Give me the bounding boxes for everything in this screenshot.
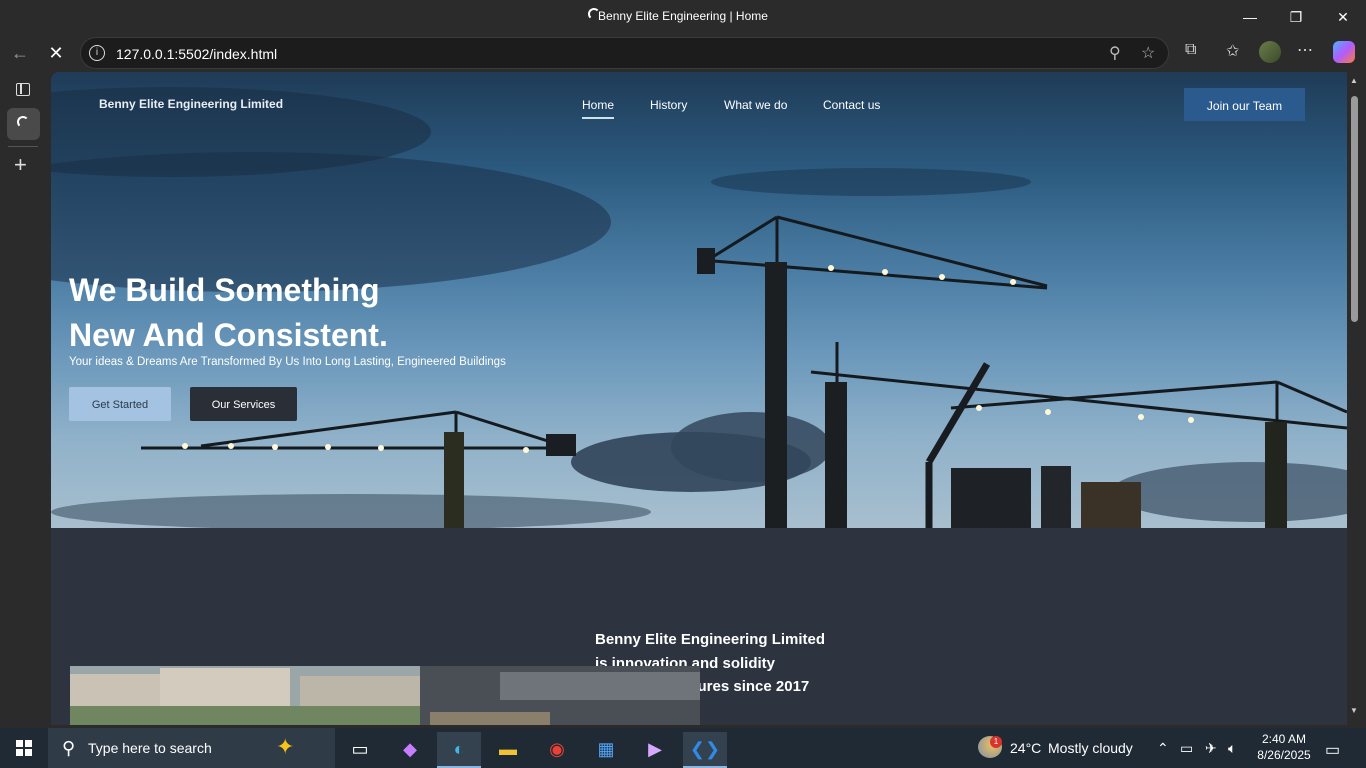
nav-home[interactable]: Home	[582, 98, 615, 119]
chrome-app-icon[interactable]: ◉	[535, 732, 579, 768]
airplane-mode-icon[interactable]: ✈	[1205, 740, 1217, 757]
task-view-icon[interactable]: ▭	[338, 732, 382, 768]
tab-actions-icon[interactable]	[16, 83, 30, 96]
volume-icon[interactable]: 🔈︎	[1228, 740, 1236, 757]
hero-subtitle: Your ideas & Dreams Are Transformed By U…	[69, 356, 506, 368]
more-menu-icon[interactable]: ⋯	[1297, 40, 1313, 60]
our-services-button[interactable]: Our Services	[190, 387, 297, 421]
hero-line-1: We Build Something	[69, 272, 380, 308]
search-placeholder[interactable]: Type here to search	[88, 740, 212, 756]
profile-avatar[interactable]	[1259, 41, 1281, 63]
divider	[8, 146, 38, 147]
get-started-button[interactable]: Get Started	[69, 387, 171, 421]
vertical-tabs-sidebar: +	[0, 72, 46, 725]
start-button[interactable]	[16, 740, 32, 756]
tagline-line-1: Benny Elite Engineering Limited	[595, 631, 826, 648]
weather-temp[interactable]: 24°C	[1010, 740, 1041, 756]
site-info-icon[interactable]: i	[89, 45, 105, 61]
scroll-down-icon[interactable]: ▼	[1350, 706, 1358, 715]
sparkle-icon[interactable]: ✦	[276, 734, 294, 760]
stop-loading-button[interactable]: ✕	[44, 41, 68, 65]
loading-spinner-icon	[17, 116, 29, 128]
window-title: Benny Elite Engineering | Home	[598, 9, 768, 23]
weather-badge: 1	[990, 736, 1002, 748]
search-icon: ⚲	[62, 738, 76, 758]
show-hidden-icons[interactable]: ⌃	[1157, 740, 1169, 757]
clock-time: 2:40 AM	[1261, 732, 1307, 746]
minimize-button[interactable]: —	[1238, 6, 1262, 28]
site-brand[interactable]: Benny Elite Engineering Limited	[99, 97, 283, 111]
new-tab-icon[interactable]: +	[14, 152, 27, 178]
nav-contact[interactable]: Contact us	[823, 98, 880, 112]
nav-what-we-do[interactable]: What we do	[724, 98, 787, 112]
windows-taskbar: ⚲ Type here to search ✦ ▭ ◆ ◐ ▬ ◉ ▦ ▶ ❮❯…	[0, 728, 1366, 768]
browser-titlebar: Benny Elite Engineering | Home — ❐ ✕	[0, 0, 1366, 34]
scroll-up-icon[interactable]: ▲	[1350, 76, 1358, 85]
extensions-icon[interactable]: ⧉	[1185, 41, 1196, 59]
page-viewport: Benny Elite Engineering Limited Home His…	[51, 72, 1347, 725]
address-bar-row: ← ✕ i 127.0.0.1:5502/index.html ⚲ ☆ ⧉ ✩ …	[0, 34, 1366, 72]
notifications-icon[interactable]: ▭	[1325, 740, 1340, 760]
copilot-icon[interactable]	[1333, 41, 1355, 63]
back-button[interactable]: ←	[8, 41, 32, 65]
file-explorer-icon[interactable]: ▬	[486, 732, 530, 768]
nav-history[interactable]: History	[650, 98, 687, 112]
address-bar[interactable]: i 127.0.0.1:5502/index.html ⚲ ☆	[80, 37, 1169, 69]
favorites-icon[interactable]: ✩	[1226, 41, 1239, 61]
hero-line-2: New And Consistent.	[69, 317, 388, 353]
media-player-icon[interactable]: ▶	[633, 732, 677, 768]
copilot-app-icon[interactable]: ◆	[388, 732, 432, 768]
page-scrollbar[interactable]: ▲ ▼	[1347, 72, 1366, 725]
zoom-icon[interactable]: ⚲	[1109, 43, 1121, 63]
edge-app-icon[interactable]: ◐	[437, 732, 481, 768]
favorite-star-icon[interactable]: ☆	[1141, 43, 1155, 63]
hero-section: Benny Elite Engineering Limited Home His…	[51, 72, 1347, 528]
battery-icon[interactable]: ▭	[1180, 740, 1193, 757]
clock-date: 8/26/2025	[1257, 748, 1311, 762]
about-section: Benny Elite Engineering Limited is innov…	[51, 528, 1347, 725]
store-app-icon[interactable]: ▦	[584, 732, 628, 768]
restore-button[interactable]: ❐	[1284, 6, 1308, 28]
url-text[interactable]: 127.0.0.1:5502/index.html	[116, 46, 277, 62]
close-window-button[interactable]: ✕	[1331, 6, 1355, 28]
join-team-button[interactable]: Join our Team	[1184, 88, 1305, 121]
weather-desc[interactable]: Mostly cloudy	[1048, 740, 1133, 756]
hero-heading: We Build Something New And Consistent.	[69, 268, 388, 358]
scrollbar-thumb[interactable]	[1351, 96, 1358, 322]
active-tab[interactable]	[7, 108, 40, 140]
taskbar-search[interactable]: ⚲ Type here to search ✦	[48, 728, 335, 768]
vscode-app-icon[interactable]: ❮❯	[683, 732, 727, 768]
project-photo	[70, 666, 700, 725]
clock[interactable]: 2:40 AM 8/26/2025	[1254, 731, 1314, 763]
